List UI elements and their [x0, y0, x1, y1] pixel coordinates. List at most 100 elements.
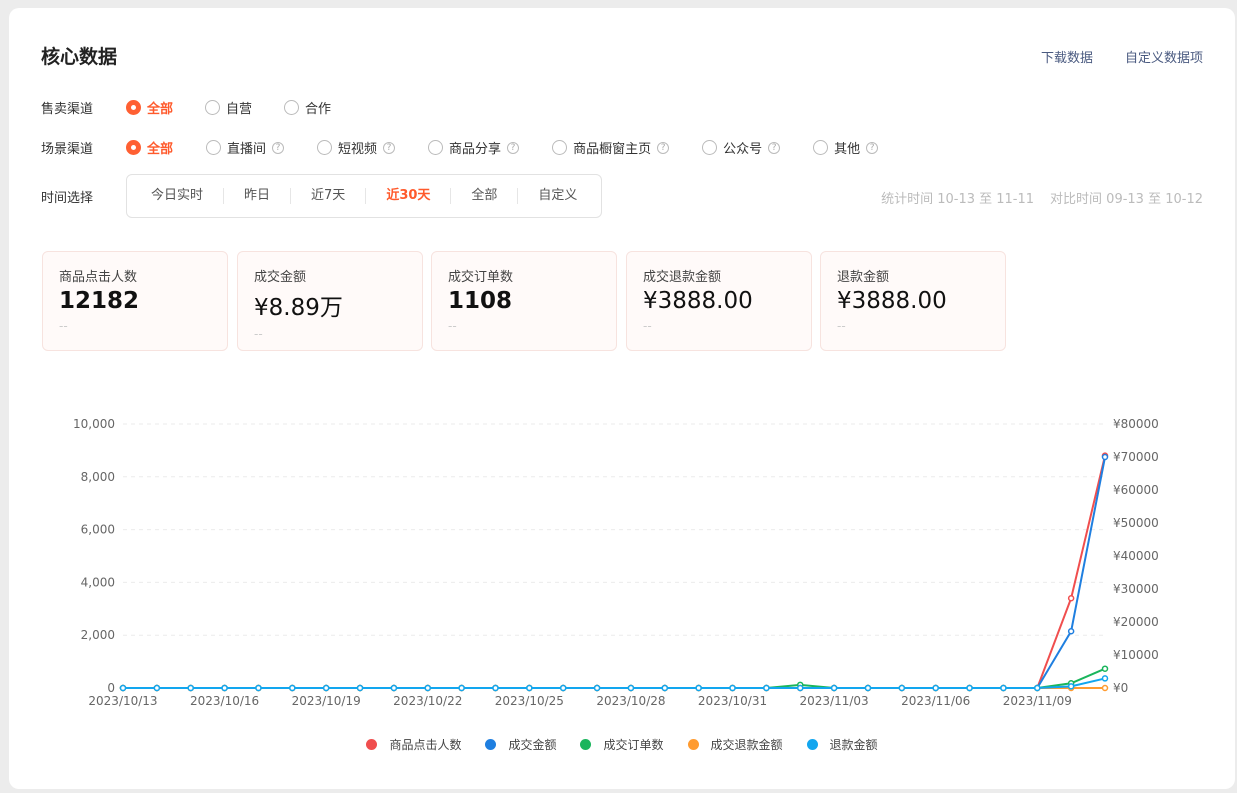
radio-icon[interactable]	[126, 140, 141, 155]
metric-compare: --	[837, 319, 846, 333]
y-left-tick-label: 8,000	[81, 470, 115, 484]
data-point[interactable]	[390, 684, 398, 692]
data-point[interactable]	[424, 684, 432, 692]
time-tab[interactable]: 近7天	[290, 188, 365, 204]
download-data-link[interactable]: 下载数据	[1041, 47, 1093, 66]
legend-item[interactable]: 成交退款金额	[687, 736, 783, 753]
scene-channel-option[interactable]: 公众号?	[702, 138, 781, 157]
data-point[interactable]	[729, 684, 736, 692]
time-tab[interactable]: 昨日	[223, 188, 290, 204]
radio-icon[interactable]	[428, 140, 444, 155]
help-icon[interactable]: ?	[272, 141, 285, 154]
data-point[interactable]	[559, 684, 567, 692]
customize-data-link[interactable]: 自定义数据项	[1125, 47, 1203, 66]
radio-icon[interactable]	[317, 140, 333, 155]
radio-icon[interactable]	[126, 100, 141, 115]
data-point[interactable]	[1067, 627, 1075, 635]
metric-value: 12182	[59, 288, 140, 314]
data-point[interactable]	[356, 684, 364, 692]
data-point[interactable]	[153, 684, 161, 692]
data-point[interactable]	[322, 684, 330, 692]
scene-channel-options: 全部 直播间? 短视频? 商品分享? 商品橱窗主页? 公众号? 其他?	[126, 138, 879, 157]
help-icon[interactable]: ?	[768, 141, 781, 154]
radio-icon[interactable]	[813, 140, 829, 155]
metric-card[interactable]: 成交订单数 1108 --	[431, 251, 617, 351]
metric-card[interactable]: 退款金额 ¥3888.00 --	[820, 251, 1006, 351]
legend-item[interactable]: 成交金额	[485, 736, 556, 753]
time-tab[interactable]: 自定义	[517, 188, 597, 204]
scene-channel-option[interactable]: 其他?	[813, 138, 879, 157]
legend-item[interactable]: 退款金额	[806, 736, 878, 753]
radio-icon[interactable]	[702, 140, 718, 155]
data-point[interactable]	[255, 684, 262, 692]
help-icon[interactable]: ?	[657, 141, 670, 154]
data-point[interactable]	[932, 684, 939, 692]
help-icon[interactable]: ?	[507, 141, 520, 154]
data-point[interactable]	[289, 684, 296, 692]
data-point[interactable]	[695, 684, 702, 692]
data-point[interactable]	[966, 684, 973, 692]
x-tick-label: 2023/10/13	[88, 694, 157, 708]
scene-channel-option[interactable]: 直播间?	[206, 138, 285, 157]
data-point[interactable]	[898, 684, 906, 692]
scene-channel-option[interactable]: 商品分享?	[428, 138, 520, 157]
y-right-tick-label: ¥10000	[1113, 648, 1159, 662]
scene-channel-option[interactable]: 全部	[126, 138, 173, 157]
data-point[interactable]	[1101, 665, 1109, 672]
sales-channel-option[interactable]: 自营	[205, 98, 252, 117]
metric-card[interactable]: 成交金额 ¥8.89万 --	[237, 251, 423, 351]
radio-icon[interactable]	[552, 140, 568, 155]
data-point[interactable]	[864, 684, 872, 692]
metric-compare: --	[59, 319, 68, 333]
data-point[interactable]	[763, 684, 770, 692]
radio-icon[interactable]	[284, 100, 300, 115]
radio-icon[interactable]	[205, 100, 221, 115]
metric-value: ¥3888.00	[643, 288, 753, 314]
time-tab[interactable]: 近30天	[365, 188, 450, 204]
data-point[interactable]	[119, 684, 127, 692]
scene-channel-filter: 场景渠道 全部 直播间? 短视频? 商品分享? 商品橱窗主页? 公众号? 其他?	[41, 138, 879, 157]
x-tick-label: 2023/10/25	[495, 694, 564, 708]
metric-card[interactable]: 成交退款金额 ¥3888.00 --	[626, 251, 812, 351]
sales-channel-option[interactable]: 合作	[284, 98, 331, 117]
legend-item[interactable]: 成交订单数	[580, 736, 664, 753]
data-point[interactable]	[1101, 453, 1109, 461]
time-tab[interactable]: 今日实时	[131, 188, 223, 204]
data-point[interactable]	[1000, 684, 1007, 692]
data-point[interactable]	[221, 684, 228, 692]
data-point[interactable]	[830, 684, 838, 692]
metric-card[interactable]: 商品点击人数 12182 --	[42, 251, 228, 351]
data-point[interactable]	[661, 684, 669, 692]
data-point[interactable]	[627, 684, 635, 692]
series-line	[123, 456, 1106, 689]
scene-channel-option[interactable]: 短视频?	[317, 138, 396, 157]
time-range-tabs: 今日实时 昨日 近7天 近30天 全部 自定义	[126, 174, 603, 218]
data-point[interactable]	[593, 684, 601, 692]
time-tab[interactable]: 全部	[450, 188, 517, 204]
legend-label: 退款金额	[829, 738, 878, 752]
data-point[interactable]	[1067, 594, 1075, 602]
data-point[interactable]	[1101, 675, 1109, 682]
sales-channel-option[interactable]: 全部	[126, 98, 173, 117]
data-point[interactable]	[492, 684, 499, 692]
x-tick-label: 2023/11/03	[800, 694, 869, 708]
data-point[interactable]	[1034, 684, 1041, 692]
sales-channel-option-label: 全部	[147, 102, 174, 117]
help-icon[interactable]: ?	[866, 141, 879, 154]
data-point[interactable]	[1101, 684, 1109, 692]
data-point[interactable]	[526, 684, 533, 692]
data-point[interactable]	[1067, 683, 1075, 690]
radio-icon[interactable]	[206, 140, 222, 155]
scene-channel-option[interactable]: 商品橱窗主页?	[552, 138, 670, 157]
scene-channel-option-label: 商品分享	[449, 142, 502, 157]
legend-item[interactable]: 商品点击人数	[366, 736, 461, 753]
data-point[interactable]	[458, 684, 465, 692]
sales-channel-options: 全部 自营 合作	[126, 98, 331, 117]
stat-time-info: 统计时间 10-13 至 11-11 对比时间 09-13 至 10-12	[881, 188, 1203, 207]
x-tick-label: 2023/10/19	[292, 694, 361, 708]
page-title: 核心数据	[41, 46, 118, 68]
data-point[interactable]	[187, 684, 194, 692]
x-tick-label: 2023/10/31	[698, 694, 767, 708]
help-icon[interactable]: ?	[383, 141, 396, 154]
data-point[interactable]	[796, 684, 804, 692]
